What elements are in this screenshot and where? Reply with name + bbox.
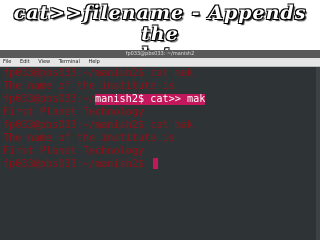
menu-edit[interactable]: Edit	[20, 59, 30, 65]
window-title: fp033@pbs033: ~/manish2	[125, 51, 195, 57]
command-text: cat mak	[150, 68, 194, 79]
terminal-line: fp033@pbs033:~/manish2$	[3, 158, 159, 171]
output-text: The name of the institute is	[3, 81, 175, 92]
menu-terminal[interactable]: Terminal	[59, 59, 80, 65]
output-text: The name of the institute is	[3, 133, 175, 144]
output-text: First Planet Technology	[3, 146, 145, 157]
terminal-output[interactable]: fp033@pbs033:~/manish2$ cat mak The name…	[0, 67, 320, 240]
shell-prompt: fp033@pbs033:~/manish2$	[3, 120, 151, 131]
selected-command-text: manish2$ cat>> mak	[95, 94, 206, 105]
menu-bar: File Edit View Terminal Help	[0, 58, 320, 67]
shell-prompt: fp033@pbs033:~/manish2$	[3, 159, 151, 170]
slide-title: cat>>filename - Appends the data	[0, 0, 320, 66]
menu-file[interactable]: File	[3, 59, 11, 65]
shell-prompt: fp033@pbs033:~/	[3, 94, 96, 105]
menu-help[interactable]: Help	[88, 59, 99, 65]
terminal-line: fp033@pbs033:~/manish2$ cat mak	[3, 119, 193, 132]
shell-prompt: fp033@pbs033:~/manish2$	[3, 68, 151, 79]
terminal-line: First Planet Technology	[3, 106, 144, 119]
terminal-line: The name of the institute is	[3, 80, 175, 93]
terminal-line: The name of the institute is	[3, 132, 175, 145]
output-text: First Planet Technology	[3, 107, 145, 118]
menu-view[interactable]: View	[38, 59, 50, 65]
slide-title-line-1: cat>>filename - Appends the	[13, 2, 307, 45]
terminal-title-bar: fp033@pbs033: ~/manish2	[0, 50, 320, 58]
terminal-line: fp033@pbs033:~/manish2$ cat mak	[3, 67, 193, 80]
terminal-line: fp033@pbs033:~/manish2$ cat>> mak	[3, 93, 206, 106]
terminal-scrollbar[interactable]	[316, 67, 320, 240]
text-cursor	[153, 158, 159, 169]
command-text: cat mak	[150, 120, 194, 131]
terminal-line: First Planet Technology	[3, 145, 144, 158]
